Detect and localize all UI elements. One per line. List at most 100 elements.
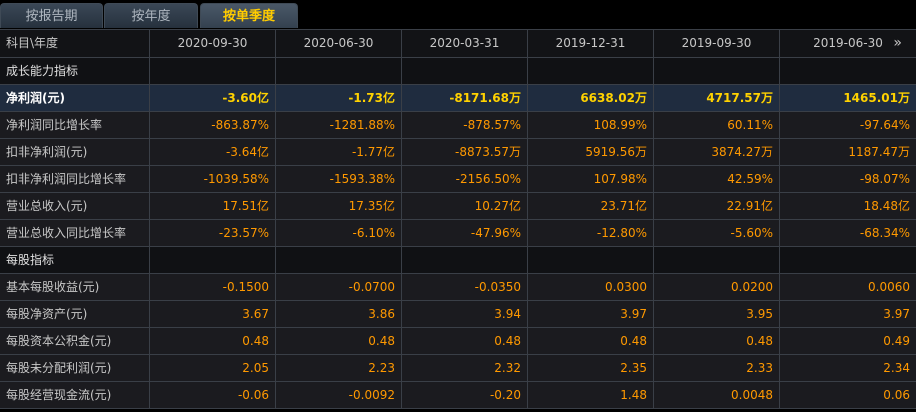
value-cell: 3.97 (528, 301, 654, 327)
financial-table: 科目\年度 2020-09-30 2020-06-30 2020-03-31 2… (0, 29, 916, 409)
value-cell: 1465.01万 (843, 91, 910, 105)
value-cell: -1281.88% (276, 112, 402, 138)
value-cell: 10.27亿 (402, 193, 528, 219)
value-cell (276, 58, 402, 84)
header-date: 2020-03-31 (402, 30, 528, 57)
value-cell: 5919.56万 (528, 139, 654, 165)
value-cell: -5.60% (654, 220, 780, 246)
value-cell: 0.0200 (654, 274, 780, 300)
value-cell: -1.73亿 (276, 85, 402, 111)
value-cell (276, 247, 402, 273)
value-cell (528, 58, 654, 84)
value-cell: -2156.50% (402, 166, 528, 192)
value-cell: 107.98% (528, 166, 654, 192)
value-cell: 1.48 (528, 382, 654, 408)
table-row: 营业总收入(元) 17.51亿 17.35亿 10.27亿 23.71亿 22.91亿 18… (0, 193, 916, 220)
header-date: 2020-09-30 (150, 30, 276, 57)
row-label: 营业总收入同比增长率 (0, 220, 150, 246)
tab-bar: 按报告期 按年度 按单季度 (0, 0, 916, 30)
value-cell: -8171.68万 (402, 85, 528, 111)
header-date: 2019-09-30 (654, 30, 780, 57)
value-cell: 2.35 (528, 355, 654, 381)
table-row: 净利润(元) -3.60亿 -1.73亿 -8171.68万 6638.02万 4717.… (0, 85, 916, 112)
row-label: 每股净资产(元) (0, 301, 150, 327)
tab-by-report-period[interactable]: 按报告期 (0, 3, 103, 28)
table-row: 每股净资产(元) 3.67 3.86 3.94 3.97 3.95 3.97 (0, 301, 916, 328)
value-cell: -863.87% (150, 112, 276, 138)
value-cell: 3874.27万 (654, 139, 780, 165)
table-row: 基本每股收益(元) -0.1500 -0.0700 -0.0350 0.0300 0.02… (0, 274, 916, 301)
value-cell: 6638.02万 (528, 85, 654, 111)
value-cell: 0.0060 (868, 280, 910, 294)
value-cell: -0.0700 (276, 274, 402, 300)
value-cell: -12.80% (528, 220, 654, 246)
value-cell: 17.35亿 (276, 193, 402, 219)
tab-by-year[interactable]: 按年度 (104, 3, 198, 28)
value-cell: -98.07% (859, 172, 910, 186)
value-cell (654, 58, 780, 84)
value-cell: -3.60亿 (150, 85, 276, 111)
section-title: 成长能力指标 (0, 58, 150, 84)
row-label: 每股资本公积金(元) (0, 328, 150, 354)
value-cell: -0.0350 (402, 274, 528, 300)
value-cell: -8873.57万 (402, 139, 528, 165)
value-cell: -0.0092 (276, 382, 402, 408)
section-title: 每股指标 (0, 247, 150, 273)
value-cell: -0.20 (402, 382, 528, 408)
value-cell: -6.10% (276, 220, 402, 246)
value-cell: 23.71亿 (528, 193, 654, 219)
section-row: 成长能力指标 (0, 58, 916, 85)
value-cell (150, 58, 276, 84)
table-row: 每股资本公积金(元) 0.48 0.48 0.48 0.48 0.48 0.49 (0, 328, 916, 355)
value-cell (402, 247, 528, 273)
value-cell: 2.34 (883, 361, 910, 375)
table-row: 净利润同比增长率 -863.87% -1281.88% -878.57% 108.99%… (0, 112, 916, 139)
table-row: 每股未分配利润(元) 2.05 2.23 2.32 2.35 2.33 2.34 (0, 355, 916, 382)
section-row: 每股指标 (0, 247, 916, 274)
value-cell: 3.94 (402, 301, 528, 327)
header-date: 2019-12-31 (528, 30, 654, 57)
value-cell: 1187.47万 (848, 145, 910, 159)
value-cell: -1593.38% (276, 166, 402, 192)
row-label: 净利润同比增长率 (0, 112, 150, 138)
value-cell: -68.34% (859, 226, 910, 240)
table-row: 扣非净利润(元) -3.64亿 -1.77亿 -8873.57万 5919.56万 387… (0, 139, 916, 166)
value-cell: 60.11% (654, 112, 780, 138)
value-cell: 0.48 (276, 328, 402, 354)
value-cell: 0.48 (150, 328, 276, 354)
row-label: 净利润(元) (0, 85, 150, 111)
value-cell: 3.95 (654, 301, 780, 327)
value-cell: 3.67 (150, 301, 276, 327)
value-cell (528, 247, 654, 273)
value-cell: 22.91亿 (654, 193, 780, 219)
value-cell: -47.96% (402, 220, 528, 246)
value-cell: 3.86 (276, 301, 402, 327)
value-cell: -1039.58% (150, 166, 276, 192)
value-cell: 17.51亿 (150, 193, 276, 219)
row-label: 营业总收入(元) (0, 193, 150, 219)
row-label: 每股经营现金流(元) (0, 382, 150, 408)
value-cell: -23.57% (150, 220, 276, 246)
table-row: 扣非净利润同比增长率 -1039.58% -1593.38% -2156.50% 107… (0, 166, 916, 193)
value-cell: 2.33 (654, 355, 780, 381)
table-row: 营业总收入同比增长率 -23.57% -6.10% -47.96% -12.80% -5.… (0, 220, 916, 247)
value-cell: -0.1500 (150, 274, 276, 300)
header-label: 科目\年度 (0, 30, 150, 57)
header-date: 2020-06-30 (276, 30, 402, 57)
value-cell: 108.99% (528, 112, 654, 138)
value-cell: 2.05 (150, 355, 276, 381)
row-label: 每股未分配利润(元) (0, 355, 150, 381)
value-cell: -1.77亿 (276, 139, 402, 165)
value-cell (780, 58, 916, 84)
value-cell: 2.32 (402, 355, 528, 381)
tab-by-quarter[interactable]: 按单季度 (200, 3, 298, 28)
value-cell: 0.06 (883, 388, 910, 402)
value-cell: 0.48 (402, 328, 528, 354)
value-cell: 0.0048 (654, 382, 780, 408)
value-cell: -3.64亿 (150, 139, 276, 165)
value-cell: 0.0300 (528, 274, 654, 300)
value-cell (780, 247, 916, 273)
value-cell: 4717.57万 (654, 85, 780, 111)
value-cell: 0.48 (654, 328, 780, 354)
next-page-icon[interactable]: » (893, 30, 902, 57)
